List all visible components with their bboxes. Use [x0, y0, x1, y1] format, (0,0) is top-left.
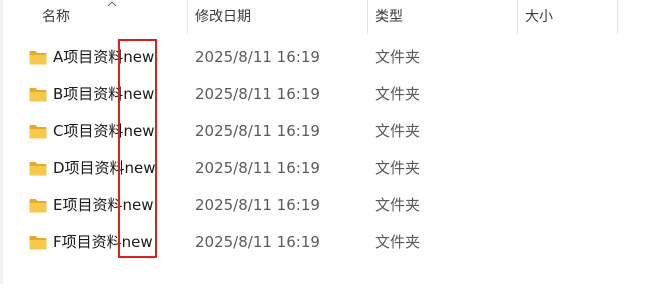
column-header-bar: 名称 修改日期 类型 大小: [0, 0, 665, 34]
file-row[interactable]: C项目资料new 2025/8/11 16:19 文件夹: [0, 113, 665, 150]
folder-icon: [29, 51, 47, 65]
column-header-size[interactable]: 大小: [525, 0, 553, 34]
file-name: E项目资料new: [53, 196, 154, 214]
file-type: 文件夹: [375, 196, 421, 214]
file-type: 文件夹: [375, 233, 421, 251]
column-divider[interactable]: [187, 0, 188, 34]
file-date-modified: 2025/8/11 16:19: [195, 233, 320, 251]
file-name: C项目资料new: [53, 122, 155, 140]
file-type: 文件夹: [375, 48, 421, 66]
column-header-type[interactable]: 类型: [375, 0, 403, 34]
file-type: 文件夹: [375, 122, 421, 140]
column-divider[interactable]: [367, 0, 368, 34]
file-row[interactable]: F项目资料new 2025/8/11 16:19 文件夹: [0, 224, 665, 261]
file-name: D项目资料new: [53, 159, 156, 177]
folder-icon: [29, 236, 47, 250]
file-date-modified: 2025/8/11 16:19: [195, 159, 320, 177]
file-type: 文件夹: [375, 159, 421, 177]
file-name: B项目资料new: [53, 85, 155, 103]
file-name: A项目资料new: [53, 48, 155, 66]
file-row[interactable]: D项目资料new 2025/8/11 16:19 文件夹: [0, 150, 665, 187]
folder-icon: [29, 125, 47, 139]
column-header-name[interactable]: 名称: [42, 0, 70, 34]
file-explorer-details-view: 名称 修改日期 类型 大小 A项目资料new 2025/8/11 16:19 文…: [0, 0, 665, 284]
file-type: 文件夹: [375, 85, 421, 103]
folder-icon: [29, 162, 47, 176]
column-header-date-modified[interactable]: 修改日期: [195, 0, 251, 34]
sort-up-icon: [107, 1, 117, 7]
file-row[interactable]: B项目资料new 2025/8/11 16:19 文件夹: [0, 76, 665, 113]
file-date-modified: 2025/8/11 16:19: [195, 48, 320, 66]
file-date-modified: 2025/8/11 16:19: [195, 85, 320, 103]
column-divider[interactable]: [517, 0, 518, 34]
folder-icon: [29, 199, 47, 213]
file-row[interactable]: A项目资料new 2025/8/11 16:19 文件夹: [0, 39, 665, 76]
file-row[interactable]: E项目资料new 2025/8/11 16:19 文件夹: [0, 187, 665, 224]
folder-icon: [29, 88, 47, 102]
file-name: F项目资料new: [53, 233, 153, 251]
file-date-modified: 2025/8/11 16:19: [195, 196, 320, 214]
column-divider[interactable]: [617, 0, 618, 34]
file-date-modified: 2025/8/11 16:19: [195, 122, 320, 140]
